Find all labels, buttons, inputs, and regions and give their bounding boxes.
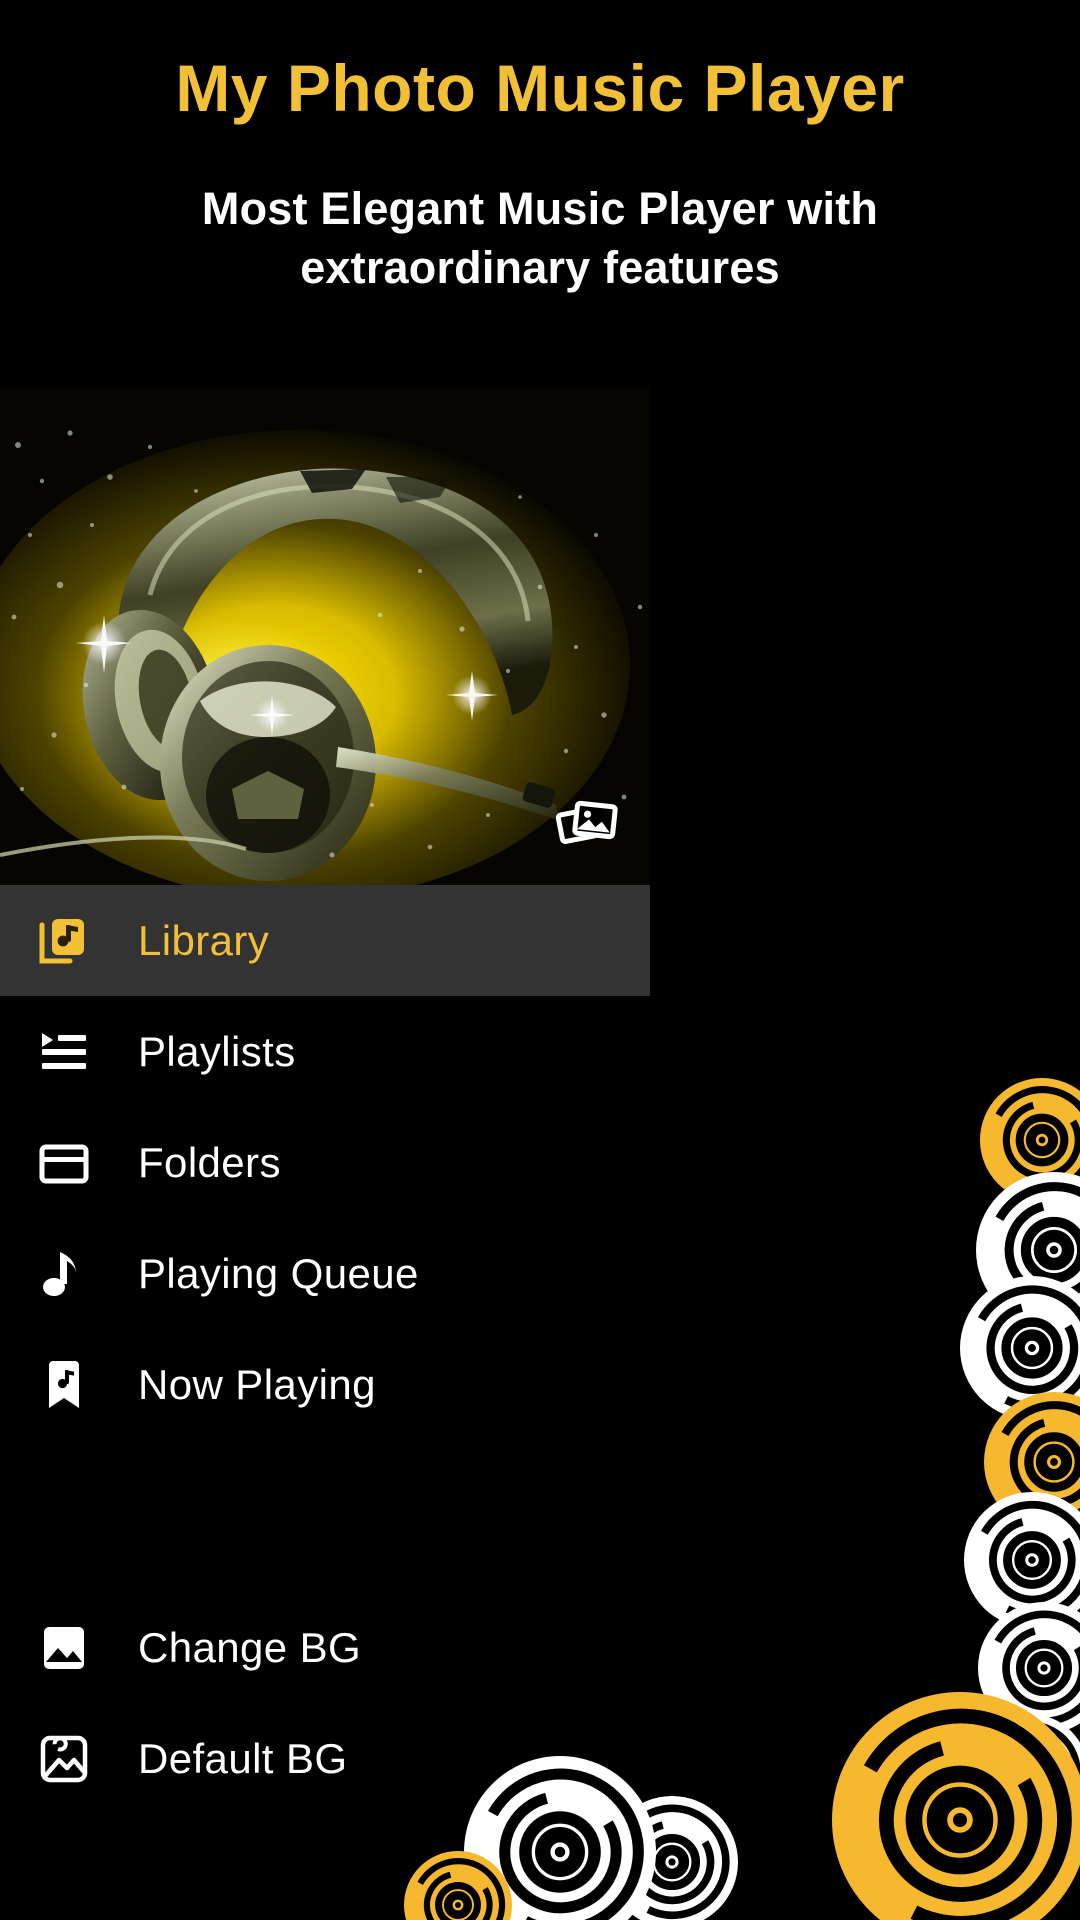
menu-item-playlists[interactable]: Playlists [0, 996, 650, 1107]
vinyl-record [832, 1692, 1080, 1920]
app-tagline: Most Elegant Music Player with extraordi… [201, 182, 879, 293]
menu-item-label: Library [138, 916, 270, 964]
menu-divider-space [0, 1440, 650, 1592]
vinyl-record [984, 1392, 1080, 1532]
navigation-drawer: Library Playlists Folders Playing Queue … [0, 385, 650, 1814]
menu-item-label: Playlists [138, 1027, 296, 1075]
menu-item-folders[interactable]: Folders [0, 1107, 650, 1218]
menu-item-label: Now Playing [138, 1360, 376, 1408]
drawer-menu: Library Playlists Folders Playing Queue … [0, 885, 650, 1814]
image-filled-icon [28, 1617, 100, 1679]
menu-item-label: Change BG [138, 1623, 362, 1671]
menu-item-label: Default BG [138, 1734, 348, 1782]
vinyl-record [972, 1714, 1080, 1830]
menu-item-label: Playing Queue [138, 1249, 419, 1297]
menu-item-default-bg[interactable]: Default BG [0, 1703, 650, 1814]
vinyl-record [976, 1172, 1080, 1328]
image-outline-icon [28, 1728, 100, 1790]
vinyl-record [960, 1276, 1080, 1420]
app-title: My Photo Music Player [175, 51, 905, 125]
playlist-play-icon [28, 1021, 100, 1083]
photos-stack-icon[interactable] [556, 797, 618, 853]
bookmark-music-icon [28, 1354, 100, 1416]
app-screen: My Photo Music Player Most Elegant Music… [0, 0, 1080, 1920]
vinyl-record [978, 1602, 1080, 1734]
promo-header: My Photo Music Player Most Elegant Music… [0, 0, 1080, 297]
music-note-icon [28, 1243, 100, 1305]
headphones-artwork [0, 385, 650, 885]
vinyl-record [980, 1078, 1080, 1202]
drawer-header-image[interactable] [0, 385, 650, 885]
folder-window-icon [28, 1132, 100, 1194]
menu-item-playing-queue[interactable]: Playing Queue [0, 1218, 650, 1329]
menu-item-now-playing[interactable]: Now Playing [0, 1329, 650, 1440]
library-music-icon [28, 910, 100, 972]
vinyl-record [404, 1851, 512, 1920]
menu-item-library[interactable]: Library [0, 885, 650, 996]
menu-item-label: Folders [138, 1138, 281, 1186]
vinyl-record [964, 1492, 1080, 1628]
vinyl-record [606, 1796, 738, 1920]
menu-item-change-bg[interactable]: Change BG [0, 1592, 650, 1703]
